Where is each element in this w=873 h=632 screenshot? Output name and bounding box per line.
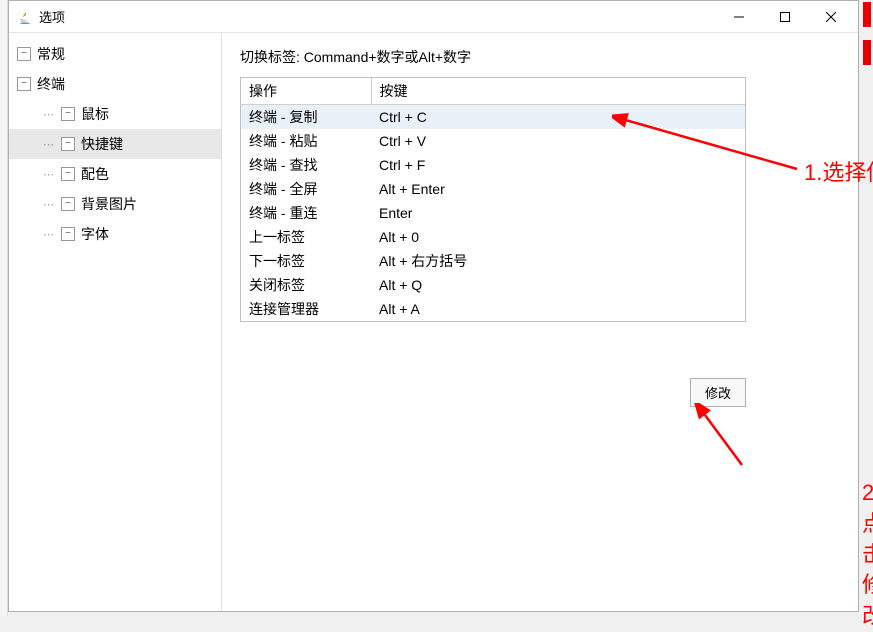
column-header-key[interactable]: 按键: [371, 78, 745, 105]
tree-collapse-icon[interactable]: −: [61, 197, 75, 211]
options-window: 选项 − 常规 − 终端 ⋯ − 鼠: [8, 0, 859, 612]
cell-action: 上一标签: [241, 225, 371, 249]
sidebar-item-general[interactable]: − 常规: [9, 39, 221, 69]
java-icon: [17, 9, 33, 25]
table-row[interactable]: 终端 - 重连Enter: [241, 201, 745, 225]
cell-action: 终端 - 复制: [241, 105, 371, 130]
column-header-action[interactable]: 操作: [241, 78, 371, 105]
sidebar-item-label: 字体: [81, 224, 109, 244]
sidebar-item-label: 终端: [37, 74, 65, 94]
table-row[interactable]: 下一标签Alt + 右方括号: [241, 249, 745, 273]
tree-connector-icon: ⋯: [43, 108, 61, 121]
hint-text: 切换标签: Command+数字或Alt+数字: [240, 47, 840, 67]
modify-button[interactable]: 修改: [690, 378, 746, 407]
cell-action: 连接管理器: [241, 297, 371, 321]
right-edge-fragment: [859, 0, 873, 616]
tree-collapse-icon[interactable]: −: [17, 77, 31, 91]
tree-collapse-icon[interactable]: −: [61, 137, 75, 151]
tree-collapse-icon[interactable]: −: [61, 227, 75, 241]
table-row[interactable]: 关闭标签Alt + Q: [241, 273, 745, 297]
shortcuts-table: 操作 按键 终端 - 复制Ctrl + C终端 - 粘贴Ctrl + V终端 -…: [240, 77, 746, 322]
table-row[interactable]: 终端 - 查找Ctrl + F: [241, 153, 745, 177]
cell-key: Alt + A: [371, 297, 745, 321]
cell-key: Alt + Q: [371, 273, 745, 297]
table-row[interactable]: 连接管理器Alt + A: [241, 297, 745, 321]
sidebar-item-mouse[interactable]: ⋯ − 鼠标: [9, 99, 221, 129]
cell-action: 下一标签: [241, 249, 371, 273]
sidebar-item-label: 鼠标: [81, 104, 109, 124]
tree-collapse-icon[interactable]: −: [61, 107, 75, 121]
main-panel: 切换标签: Command+数字或Alt+数字 操作 按键 终端 - 复制Ctr…: [222, 33, 858, 611]
sidebar-item-label: 常规: [37, 44, 65, 64]
window-title: 选项: [39, 7, 716, 26]
table-row[interactable]: 上一标签Alt + 0: [241, 225, 745, 249]
annotation-text-2: 2.点击修改: [862, 478, 873, 632]
cell-key: Alt + Enter: [371, 177, 745, 201]
cell-key: Alt + 0: [371, 225, 745, 249]
tree-connector-icon: ⋯: [43, 228, 61, 241]
maximize-button[interactable]: [762, 2, 808, 32]
cell-key: Ctrl + V: [371, 129, 745, 153]
tree-connector-icon: ⋯: [43, 138, 61, 151]
minimize-button[interactable]: [716, 2, 762, 32]
tree-connector-icon: ⋯: [43, 198, 61, 211]
cell-key: Alt + 右方括号: [371, 249, 745, 273]
tree-collapse-icon[interactable]: −: [17, 47, 31, 61]
sidebar-item-terminal[interactable]: − 终端: [9, 69, 221, 99]
sidebar-item-label: 快捷键: [81, 134, 123, 154]
table-row[interactable]: 终端 - 复制Ctrl + C: [241, 105, 745, 130]
sidebar-item-colors[interactable]: ⋯ − 配色: [9, 159, 221, 189]
sidebar-tree: − 常规 − 终端 ⋯ − 鼠标 ⋯ − 快捷键 ⋯ − 配色: [9, 33, 222, 611]
cell-action: 关闭标签: [241, 273, 371, 297]
tree-connector-icon: ⋯: [43, 168, 61, 181]
tree-collapse-icon[interactable]: −: [61, 167, 75, 181]
annotation-text-1: 1.选择你想修改的修改项: [804, 158, 873, 189]
sidebar-item-shortcuts[interactable]: ⋯ − 快捷键: [9, 129, 221, 159]
cell-action: 终端 - 全屏: [241, 177, 371, 201]
sidebar-item-label: 背景图片: [81, 194, 137, 214]
sidebar-item-background[interactable]: ⋯ − 背景图片: [9, 189, 221, 219]
sidebar-item-label: 配色: [81, 164, 109, 184]
close-button[interactable]: [808, 2, 854, 32]
cell-action: 终端 - 重连: [241, 201, 371, 225]
sidebar-item-font[interactable]: ⋯ − 字体: [9, 219, 221, 249]
table-row[interactable]: 终端 - 粘贴Ctrl + V: [241, 129, 745, 153]
table-row[interactable]: 终端 - 全屏Alt + Enter: [241, 177, 745, 201]
cell-key: Ctrl + C: [371, 105, 745, 130]
arrow-annotation-2: [692, 403, 752, 473]
cell-key: Ctrl + F: [371, 153, 745, 177]
cell-action: 终端 - 粘贴: [241, 129, 371, 153]
cell-key: Enter: [371, 201, 745, 225]
cell-action: 终端 - 查找: [241, 153, 371, 177]
titlebar: 选项: [9, 1, 858, 33]
